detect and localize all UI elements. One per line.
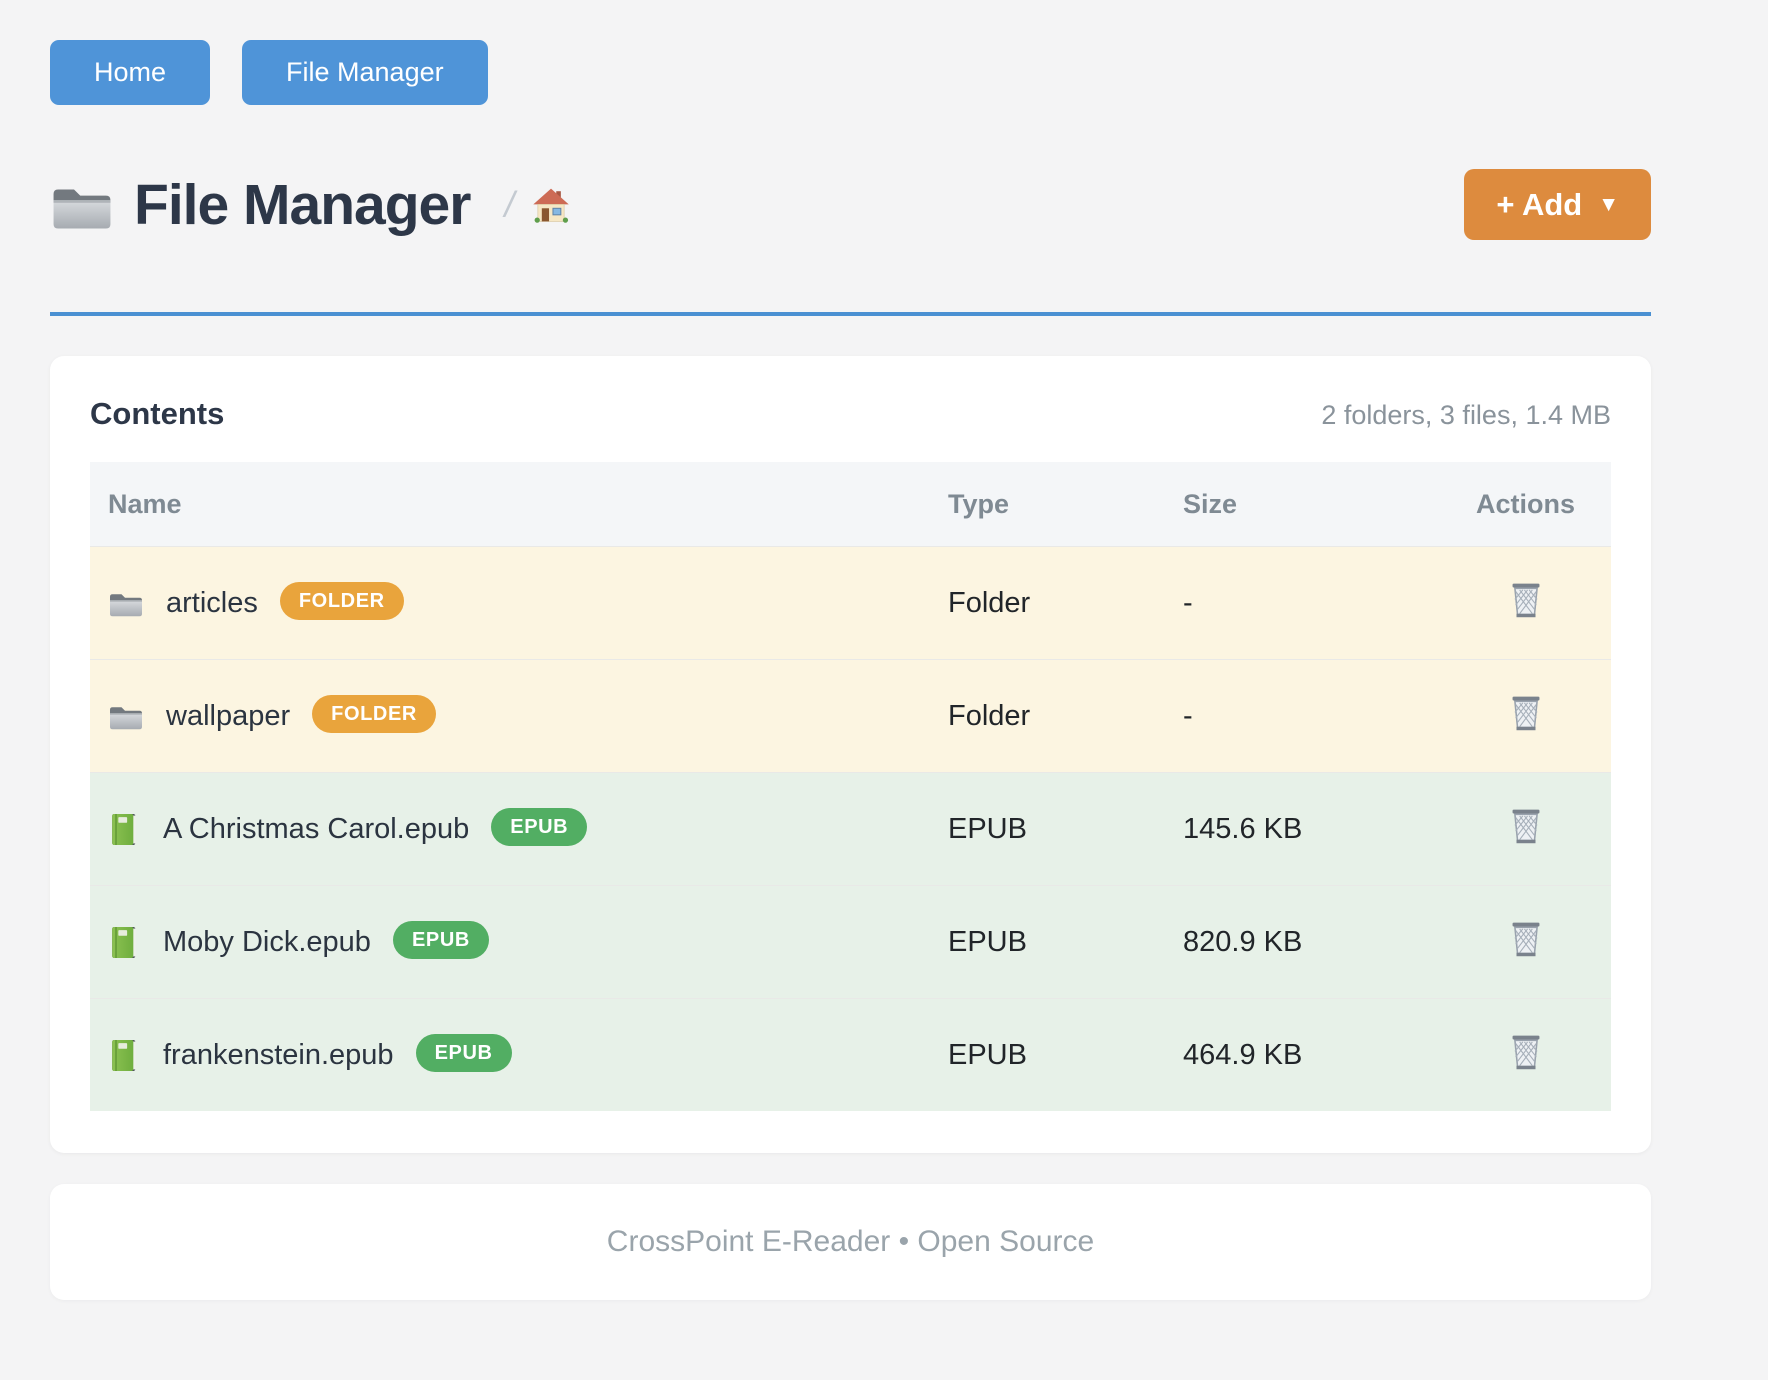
epub-badge: EPUB [491,808,587,846]
trash-icon [1507,1033,1545,1073]
item-type: Folder [920,700,1155,733]
item-type: EPUB [920,926,1155,959]
breadcrumb: / [504,184,572,226]
epub-badge: EPUB [393,921,489,959]
delete-button[interactable] [1503,916,1549,967]
table-row: A Christmas Carol.epub EPUB EPUB 145.6 K… [90,772,1611,885]
epub-badge: EPUB [416,1034,512,1072]
item-type: EPUB [920,813,1155,846]
contents-heading: Contents [90,396,224,432]
contents-summary: 2 folders, 3 files, 1.4 MB [1321,400,1611,431]
folder-badge: FOLDER [280,582,404,620]
column-header-actions: Actions [1440,489,1611,520]
item-name[interactable]: wallpaper [166,700,290,733]
item-size: 145.6 KB [1155,813,1440,846]
contents-header: Contents 2 folders, 3 files, 1.4 MB [90,396,1611,432]
item-type: EPUB [920,1039,1155,1072]
chevron-down-icon: ▼ [1598,194,1619,215]
top-nav: Home File Manager [50,40,1651,105]
item-type: Folder [920,587,1155,620]
trash-icon [1507,920,1545,960]
footer: CrossPoint E-Reader • Open Source [50,1184,1651,1300]
item-size: 464.9 KB [1155,1039,1440,1072]
title-divider [50,312,1651,316]
contents-card: Contents 2 folders, 3 files, 1.4 MB Name… [50,356,1651,1153]
item-size: 820.9 KB [1155,926,1440,959]
folder-icon [108,701,144,731]
home-icon[interactable] [530,186,572,224]
page-title: File Manager [134,172,470,238]
green-book-icon [108,812,139,847]
trash-icon [1507,581,1545,621]
title-group: File Manager / [50,172,572,238]
table-row: wallpaper FOLDER Folder - [90,659,1611,772]
item-name[interactable]: frankenstein.epub [163,1039,394,1072]
table-row: articles FOLDER Folder - [90,546,1611,659]
green-book-icon [108,925,139,960]
delete-button[interactable] [1503,577,1549,628]
folder-icon [50,179,114,231]
column-header-name: Name [90,489,920,520]
page-header: File Manager / + Add ▼ [50,169,1651,240]
delete-button[interactable] [1503,1029,1549,1080]
delete-button[interactable] [1503,803,1549,854]
breadcrumb-separator: / [504,184,514,226]
column-header-size: Size [1155,489,1440,520]
table-row: Moby Dick.epub EPUB EPUB 820.9 KB [90,885,1611,998]
add-button[interactable]: + Add ▼ [1464,169,1651,240]
item-size: - [1155,700,1440,733]
trash-icon [1507,694,1545,734]
footer-text: CrossPoint E-Reader • Open Source [607,1225,1094,1259]
green-book-icon [108,1038,139,1073]
file-table: Name Type Size Actions articles FOLDER F… [90,462,1611,1111]
table-row: frankenstein.epub EPUB EPUB 464.9 KB [90,998,1611,1111]
item-name[interactable]: articles [166,587,258,620]
delete-button[interactable] [1503,690,1549,741]
home-button[interactable]: Home [50,40,210,105]
folder-icon [108,588,144,618]
item-name[interactable]: A Christmas Carol.epub [163,813,469,846]
folder-badge: FOLDER [312,695,436,733]
item-size: - [1155,587,1440,620]
table-header-row: Name Type Size Actions [90,462,1611,546]
file-manager-button[interactable]: File Manager [242,40,488,105]
page: Home File Manager File Manager / + Add ▼… [50,0,1651,1300]
item-name[interactable]: Moby Dick.epub [163,926,371,959]
trash-icon [1507,807,1545,847]
add-button-label: + Add [1496,189,1582,220]
column-header-type: Type [920,489,1155,520]
